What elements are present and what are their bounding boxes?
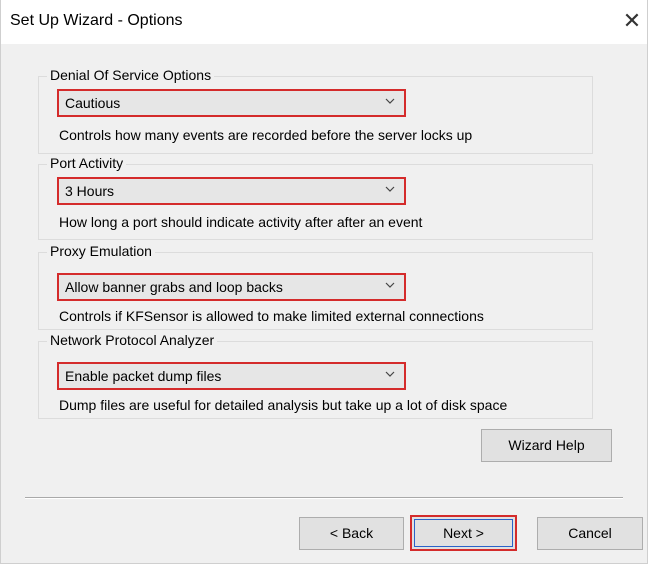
denial-of-service-select[interactable]: Cautious <box>57 89 406 117</box>
group-proxy-emulation: Proxy Emulation Allow banner grabs and l… <box>38 243 593 330</box>
next-button-label: Next > <box>443 525 484 541</box>
chevron-down-icon <box>385 186 395 192</box>
chevron-down-icon <box>385 371 395 377</box>
group-description: Controls if KFSensor is allowed to make … <box>59 308 484 324</box>
close-icon[interactable]: ✕ <box>619 8 645 34</box>
group-description: How long a port should indicate activity… <box>59 214 423 230</box>
group-network-protocol-analyzer: Network Protocol Analyzer Enable packet … <box>38 332 593 419</box>
group-port-activity: Port Activity 3 Hours How long a port sh… <box>38 155 593 240</box>
network-protocol-analyzer-select[interactable]: Enable packet dump files <box>57 362 406 390</box>
group-legend: Denial Of Service Options <box>47 67 215 83</box>
port-activity-select[interactable]: 3 Hours <box>57 177 406 205</box>
window-title: Set Up Wizard - Options <box>10 12 183 29</box>
next-button[interactable]: Next > <box>410 515 517 551</box>
chevron-down-icon <box>385 98 395 104</box>
select-value: Enable packet dump files <box>65 368 222 384</box>
group-legend: Network Protocol Analyzer <box>47 332 218 348</box>
group-description: Controls how many events are recorded be… <box>59 127 473 143</box>
select-value: 3 Hours <box>65 183 115 199</box>
separator <box>25 497 623 499</box>
cancel-button[interactable]: Cancel <box>537 517 643 550</box>
select-value: Allow banner grabs and loop backs <box>65 279 283 295</box>
setup-wizard-dialog: Set Up Wizard - Options ✕ Denial Of Serv… <box>0 0 648 564</box>
wizard-help-button[interactable]: Wizard Help <box>481 429 612 462</box>
group-legend: Proxy Emulation <box>47 243 155 259</box>
group-description: Dump files are useful for detailed analy… <box>59 397 508 413</box>
back-button[interactable]: < Back <box>299 517 404 550</box>
chevron-down-icon <box>385 282 395 288</box>
group-denial-of-service: Denial Of Service Options Cautious Contr… <box>38 67 593 154</box>
group-legend: Port Activity <box>47 155 127 171</box>
title-bar[interactable]: Set Up Wizard - Options ✕ <box>1 0 647 44</box>
select-value: Cautious <box>65 95 121 111</box>
proxy-emulation-select[interactable]: Allow banner grabs and loop backs <box>57 273 406 301</box>
